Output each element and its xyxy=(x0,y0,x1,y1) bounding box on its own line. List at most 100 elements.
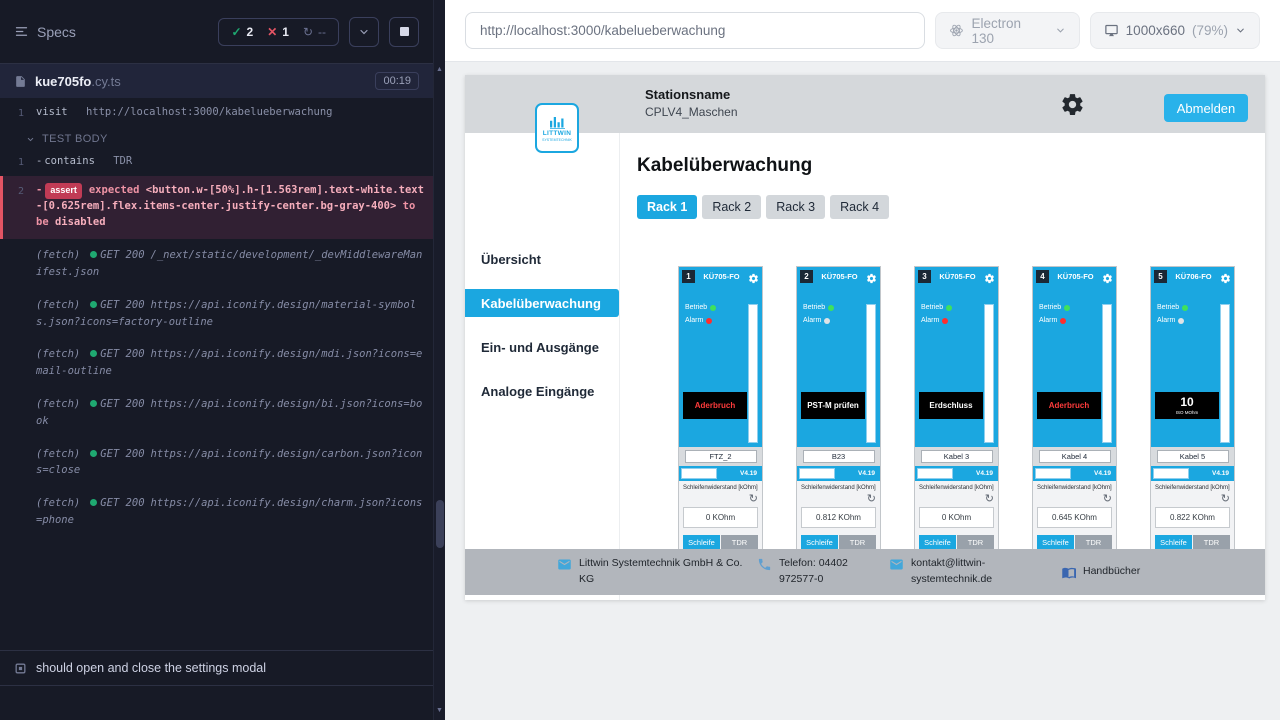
collapse-button[interactable] xyxy=(349,17,379,47)
log-fetch-entry[interactable]: (fetch)GET 200https://api.iconify.design… xyxy=(0,388,433,438)
logout-button[interactable]: Abmelden xyxy=(1164,94,1248,122)
resistance-label: Schleifenwiderstand [kOhm] xyxy=(1155,485,1230,493)
card-gear-icon[interactable] xyxy=(748,271,759,282)
sidebar-item-ein-und-ausgaenge[interactable]: Ein- und Ausgänge xyxy=(465,333,619,361)
log-assert-failed[interactable]: 2 -assertexpected <button.w-[50%].h-[1.5… xyxy=(0,176,433,239)
tab-rack-4[interactable]: Rack 4 xyxy=(830,195,889,219)
app-footer: Littwin Systemtechnik GmbH & Co. KG Tele… xyxy=(465,549,1265,595)
viewport-zoom: (79%) xyxy=(1192,23,1228,38)
log-fetch-entry[interactable]: (fetch)GET 200https://api.iconify.design… xyxy=(0,487,433,537)
command-arg: TDR xyxy=(113,155,132,167)
runner-toolbar: Electron 130 1000x660 (79%) xyxy=(445,0,1280,62)
stat-failed: ✕ 1 xyxy=(267,25,289,39)
resistance-label: Schleifenwiderstand [kOhm] xyxy=(919,485,994,493)
card-gear-icon[interactable] xyxy=(984,271,995,282)
refresh-icon[interactable]: ↻ xyxy=(1155,493,1230,506)
log-visit-command[interactable]: 1 visit http://localhost:3000/kabelueber… xyxy=(0,102,433,124)
settings-gear-icon[interactable] xyxy=(1060,92,1085,117)
iso-unit: ISO MOhm xyxy=(1176,410,1199,415)
alarm-led xyxy=(824,318,830,324)
passed-count: 2 xyxy=(247,25,254,39)
tab-rack-2[interactable]: Rack 2 xyxy=(702,195,761,219)
chevron-down-icon xyxy=(1055,25,1066,36)
browser-selector[interactable]: Electron 130 xyxy=(935,12,1080,49)
footer-manuals[interactable]: Handbücher xyxy=(1061,564,1140,580)
status-display: 10 ISO MOhm xyxy=(1155,392,1219,419)
station-value: CPLV4_Maschen xyxy=(645,105,738,119)
firmware-version: V4.19 xyxy=(1212,470,1229,477)
resistance-label: Schleifenwiderstand [kOhm] xyxy=(683,485,758,493)
firmware-version: V4.19 xyxy=(740,470,757,477)
tab-rack-1[interactable]: Rack 1 xyxy=(637,195,697,219)
tab-rack-3[interactable]: Rack 3 xyxy=(766,195,825,219)
status-display: Aderbruch xyxy=(1037,392,1101,419)
cable-name: Kabel 5 xyxy=(1157,450,1229,463)
status-ok-dot xyxy=(90,350,97,357)
log-fetch-entry[interactable]: (fetch)GET 200https://api.iconify.design… xyxy=(0,289,433,339)
log-fetch-entry[interactable]: (fetch)GET 200https://api.iconify.design… xyxy=(0,438,433,488)
refresh-icon[interactable]: ↻ xyxy=(919,493,994,506)
test-body-section[interactable]: TEST BODY xyxy=(0,124,433,151)
resistance-value: 0.812 KOhm xyxy=(801,507,876,528)
reporter-scrollbar[interactable]: ▲ ▼ xyxy=(433,0,445,720)
command-name: contains xyxy=(44,155,95,167)
refresh-icon[interactable]: ↻ xyxy=(1037,493,1112,506)
app-under-test: Stationsname CPLV4_Maschen Abmelden LITT… xyxy=(465,75,1265,600)
sidebar-item-uebersicht[interactable]: Übersicht xyxy=(465,245,619,273)
viewport-selector[interactable]: 1000x660 (79%) xyxy=(1090,12,1260,49)
card-gear-icon[interactable] xyxy=(1102,271,1113,282)
footer-email[interactable]: kontakt@littwin-systemtechnik.de xyxy=(889,556,1061,588)
url-input[interactable] xyxy=(465,12,925,49)
version-input xyxy=(799,468,835,479)
card-title: KÜ705-FO xyxy=(1051,272,1100,281)
device-card-4: 4 KÜ705-FO Betrieb Alarm Aderbruch Kabel… xyxy=(1032,266,1117,566)
alarm-led xyxy=(1060,318,1066,324)
device-card-1: 1 KÜ705-FO Betrieb Alarm Aderbruch FTZ_2 xyxy=(678,266,763,566)
failed-count: 1 xyxy=(282,25,289,39)
refresh-icon[interactable]: ↻ xyxy=(801,493,876,506)
command-arg: http://localhost:3000/kabelueberwachung xyxy=(86,106,333,118)
specs-menu-icon xyxy=(14,24,29,39)
alarm-led xyxy=(942,318,948,324)
card-number-badge: 5 xyxy=(1154,270,1167,283)
status-ok-dot xyxy=(90,450,97,457)
spec-title-row[interactable]: kue705fo.cy.ts 00:19 xyxy=(0,64,433,98)
browser-name: Electron 130 xyxy=(971,16,1046,46)
cypress-reporter: Specs ✓ 2 ✕ 1 ↻ -- xyxy=(0,0,433,720)
level-meter xyxy=(748,304,758,443)
scrollbar-thumb[interactable] xyxy=(436,500,444,548)
log-fetch-entry[interactable]: (fetch)GET 200https://api.iconify.design… xyxy=(0,338,433,388)
phone-icon xyxy=(757,557,772,572)
stat-pending: ↻ -- xyxy=(303,25,326,39)
version-input xyxy=(1035,468,1071,479)
next-test-row[interactable]: should open and close the settings modal xyxy=(0,650,433,686)
refresh-icon[interactable]: ↻ xyxy=(683,493,758,506)
scroll-up-arrow[interactable]: ▲ xyxy=(434,66,445,73)
chevron-down-icon xyxy=(1235,25,1246,36)
resistance-label: Schleifenwiderstand [kOhm] xyxy=(801,485,876,493)
log-fetch-entry[interactable]: (fetch)GET 200/_next/static/development/… xyxy=(0,239,433,289)
sidebar-item-kabelueberwachung[interactable]: Kabelüberwachung xyxy=(465,289,619,317)
specs-button[interactable]: Specs xyxy=(14,24,76,40)
chevron-down-icon xyxy=(358,26,370,38)
check-icon: ✓ xyxy=(231,25,241,39)
cable-name: Kabel 4 xyxy=(1039,450,1111,463)
level-meter xyxy=(1102,304,1112,443)
card-gear-icon[interactable] xyxy=(866,271,877,282)
scroll-down-arrow[interactable]: ▼ xyxy=(434,707,445,714)
card-title: KÜ705-FO xyxy=(933,272,982,281)
spec-duration: 00:19 xyxy=(375,72,419,90)
log-contains-command[interactable]: 1 -contains TDR xyxy=(0,151,433,173)
sidebar-item-analoge-eingaenge[interactable]: Analoge Eingänge xyxy=(465,377,619,405)
cable-name: FTZ_2 xyxy=(685,450,757,463)
device-card-2: 2 KÜ705-FO Betrieb Alarm PST-M prüfen B2… xyxy=(796,266,881,566)
stop-button[interactable] xyxy=(389,17,419,47)
footer-company[interactable]: Littwin Systemtechnik GmbH & Co. KG xyxy=(557,556,757,588)
footer-phone[interactable]: Telefon: 04402 972577-0 xyxy=(757,556,889,588)
rack-tabs: Rack 1 Rack 2 Rack 3 Rack 4 xyxy=(637,195,889,219)
viewport-icon xyxy=(1104,23,1119,38)
chevron-down-icon xyxy=(26,135,35,144)
cable-name: Kabel 3 xyxy=(921,450,993,463)
card-gear-icon[interactable] xyxy=(1220,271,1231,282)
app-sidebar: Übersicht Kabelüberwachung Ein- und Ausg… xyxy=(465,133,620,600)
